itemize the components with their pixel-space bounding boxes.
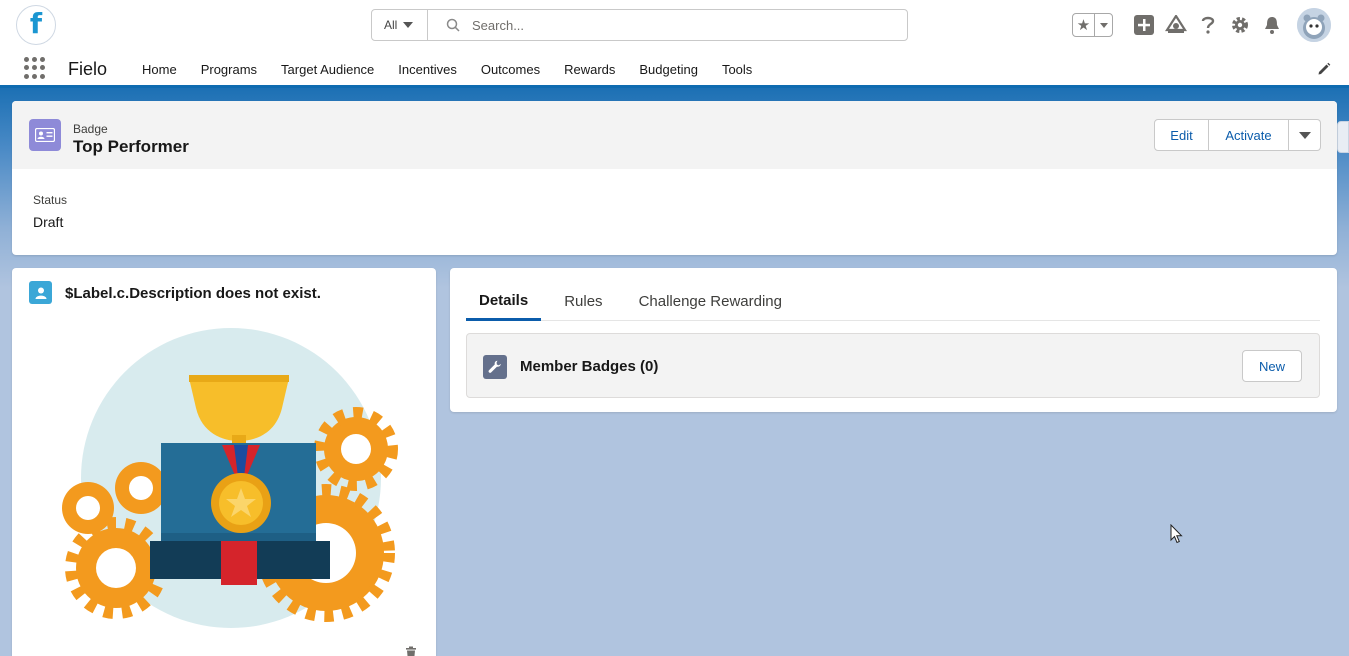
badge-record-icon bbox=[29, 119, 61, 151]
nav-item-budgeting[interactable]: Budgeting bbox=[627, 50, 710, 88]
mouse-cursor bbox=[1170, 524, 1183, 544]
search-scope-label: All bbox=[384, 18, 398, 32]
setup-gear-icon[interactable] bbox=[1229, 14, 1251, 36]
favorites-menu-button[interactable] bbox=[1095, 14, 1112, 36]
add-icon[interactable] bbox=[1133, 14, 1155, 36]
description-card-title: $Label.c.Description does not exist. bbox=[65, 285, 321, 302]
fielo-logo[interactable]: f bbox=[16, 5, 56, 45]
notifications-bell-icon[interactable] bbox=[1261, 14, 1283, 36]
favorites-star-icon[interactable]: ★ bbox=[1073, 14, 1095, 36]
chevron-down-icon bbox=[403, 22, 414, 28]
activate-button[interactable]: Activate bbox=[1209, 119, 1289, 151]
record-details-card: Details Rules Challenge Rewarding Member… bbox=[450, 268, 1337, 412]
trophy-medal-illustration bbox=[62, 328, 398, 628]
record-highlights: Badge Top Performer Edit Activate Status… bbox=[12, 101, 1337, 255]
tab-details[interactable]: Details bbox=[466, 282, 542, 321]
user-avatar[interactable] bbox=[1297, 8, 1331, 42]
more-actions-button[interactable] bbox=[1289, 119, 1321, 151]
app-name: Fielo bbox=[68, 59, 108, 79]
search-input[interactable] bbox=[472, 17, 872, 33]
nav-item-target-audience[interactable]: Target Audience bbox=[269, 50, 386, 88]
header-tools: ★ bbox=[1072, 8, 1331, 42]
wrench-icon bbox=[483, 355, 507, 379]
global-header: f All ★ bbox=[0, 0, 1349, 50]
trailhead-icon[interactable] bbox=[1165, 14, 1187, 36]
record-actions: Edit Activate bbox=[1154, 119, 1321, 151]
nav-item-programs[interactable]: Programs bbox=[189, 50, 269, 88]
edit-button[interactable]: Edit bbox=[1154, 119, 1209, 151]
nav-item-home[interactable]: Home bbox=[130, 50, 189, 88]
nav-item-tools[interactable]: Tools bbox=[710, 50, 764, 88]
contact-icon bbox=[29, 281, 52, 304]
search-scope-dropdown[interactable]: All bbox=[372, 10, 428, 40]
tab-challenge-rewarding[interactable]: Challenge Rewarding bbox=[626, 282, 795, 321]
nav-item-rewards[interactable]: Rewards bbox=[552, 50, 627, 88]
record-tabs: Details Rules Challenge Rewarding bbox=[466, 282, 1320, 321]
favorites-group: ★ bbox=[1072, 13, 1113, 37]
nav-item-incentives[interactable]: Incentives bbox=[386, 50, 469, 88]
record-object-type: Badge bbox=[73, 122, 108, 136]
global-search: All bbox=[371, 9, 908, 41]
search-field bbox=[428, 10, 907, 40]
help-icon[interactable] bbox=[1197, 14, 1219, 36]
new-member-badge-button[interactable]: New bbox=[1242, 350, 1302, 382]
app-launcher-icon[interactable] bbox=[24, 57, 46, 79]
nav-items: Home Programs Target Audience Incentives… bbox=[130, 50, 764, 88]
description-card: $Label.c.Description does not exist. bbox=[12, 268, 436, 656]
app-navigation-bar: Fielo Home Programs Target Audience Ince… bbox=[0, 50, 1349, 88]
search-icon bbox=[446, 18, 460, 32]
record-title: Top Performer bbox=[73, 137, 189, 156]
record-header: Badge Top Performer Edit Activate bbox=[12, 101, 1337, 169]
status-field-value: Draft bbox=[33, 214, 64, 230]
utility-panel-handle[interactable] bbox=[1337, 121, 1349, 153]
status-field-label: Status bbox=[33, 193, 68, 207]
member-badges-related-list: Member Badges (0) New bbox=[466, 333, 1320, 398]
delete-icon[interactable] bbox=[404, 646, 418, 656]
member-badges-title: Member Badges (0) bbox=[520, 358, 659, 375]
tab-rules[interactable]: Rules bbox=[551, 282, 615, 321]
chevron-down-icon bbox=[1298, 131, 1311, 139]
edit-pencil-icon[interactable] bbox=[1317, 62, 1331, 76]
nav-item-outcomes[interactable]: Outcomes bbox=[469, 50, 552, 88]
